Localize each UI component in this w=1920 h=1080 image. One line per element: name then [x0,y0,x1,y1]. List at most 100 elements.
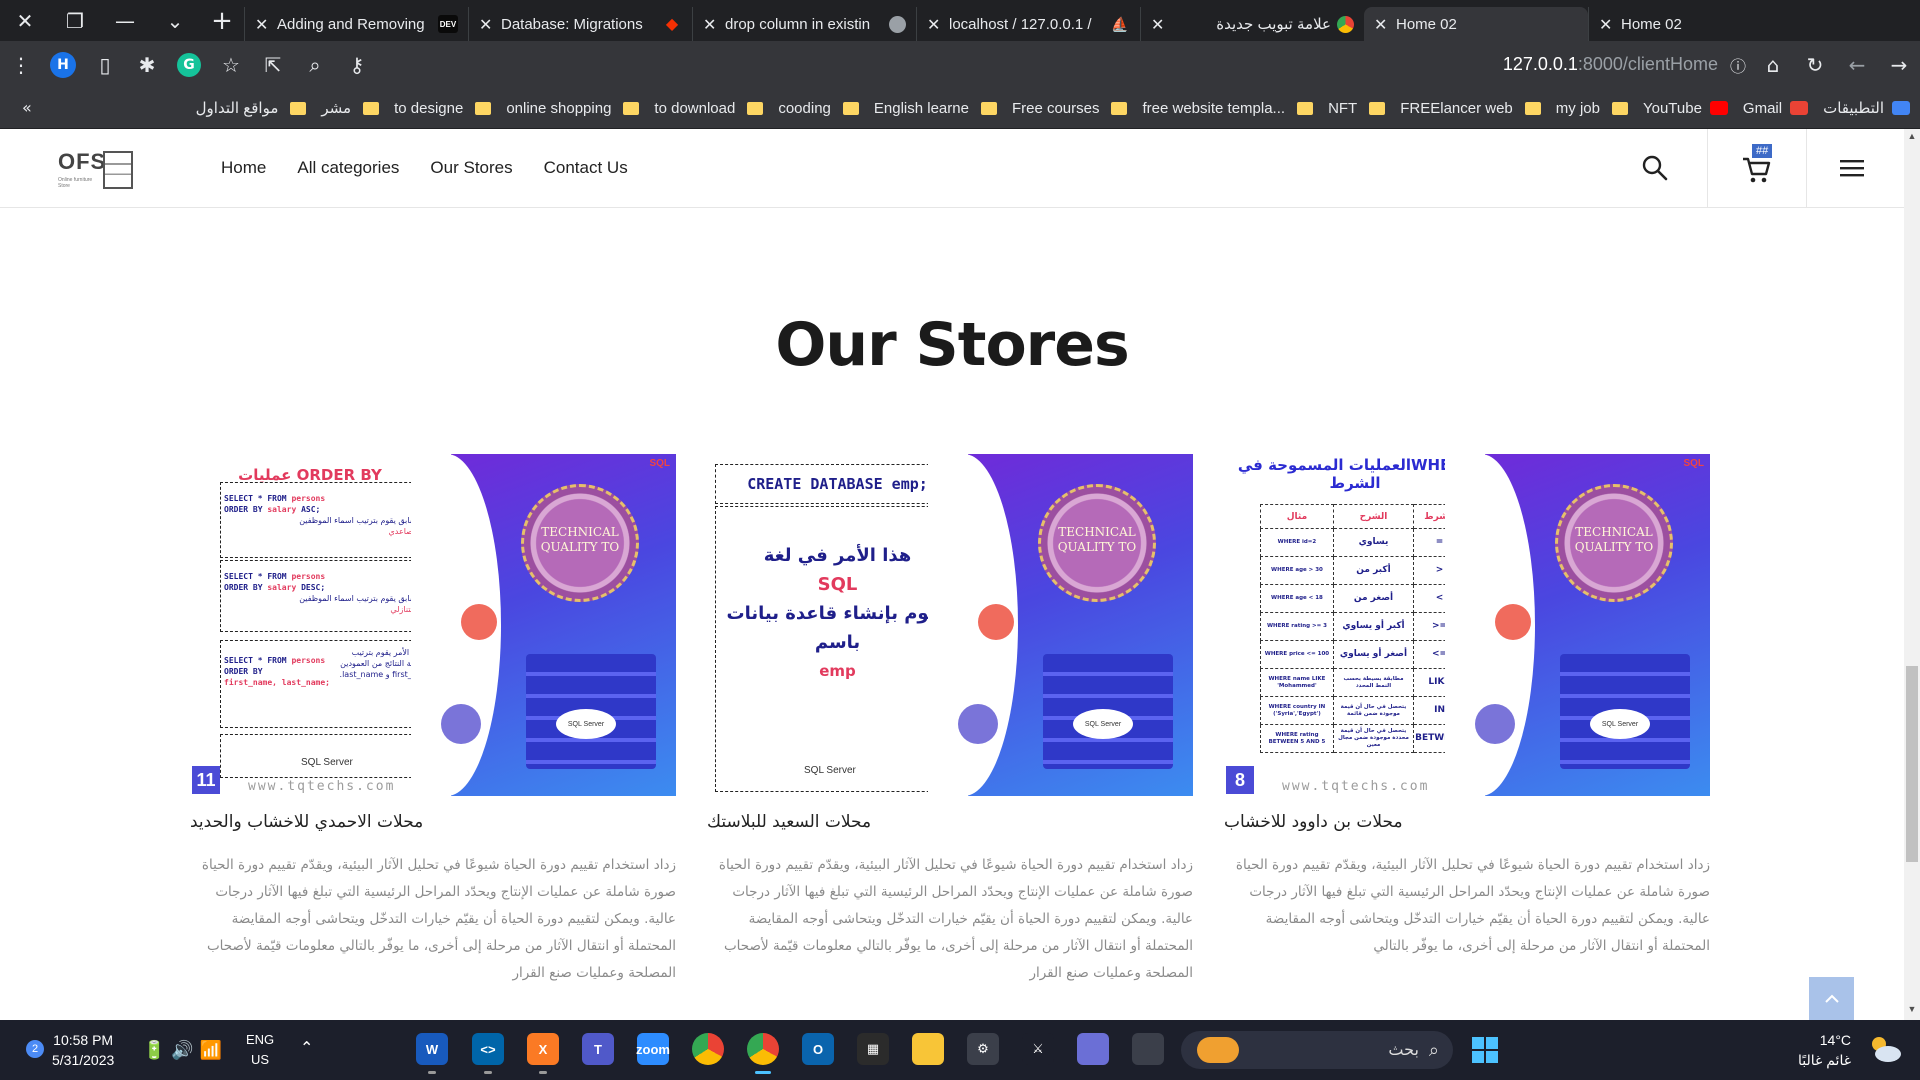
browser-tab[interactable]: ✕ localhost / 127.0.0.1 / ⛵ [916,7,1140,41]
bookmark-star-icon[interactable]: ☆ [210,41,252,88]
store-name[interactable]: محلات الاحمدي للاخشاب والحديد [190,812,676,832]
browser-tab[interactable]: ✕ Adding and Removing DEV [244,7,468,41]
nav-all-categories[interactable]: All categories [297,158,399,178]
side-panel-icon[interactable]: ▯ [84,41,126,88]
bookmark-item[interactable]: FREElancer web [1400,99,1541,117]
store-name[interactable]: محلات بن داوود للاخشاب [1224,812,1710,832]
close-tab-icon[interactable]: ✕ [1374,15,1396,34]
bookmark-item[interactable]: YouTube [1643,99,1728,117]
browser-tab[interactable]: ✕ Database: Migrations ◆ [468,7,692,41]
scroll-down-arrow-icon[interactable]: ▼ [1904,1004,1920,1018]
vscode-icon[interactable]: <> [472,1033,504,1065]
back-arrow-icon[interactable]: ← [1836,41,1878,88]
bookmark-item[interactable]: التطبيقات [1823,99,1910,117]
nav-our-stores[interactable]: Our Stores [430,158,512,178]
url-field[interactable]: 127.0.0.1:8000/clientHome ⓘ [378,53,1752,77]
page-scrollbar[interactable]: ▲ ▼ [1904,129,1920,1020]
back-to-top-button[interactable] [1809,977,1854,1020]
clock-date: 5/31/2023 [52,1052,115,1068]
forward-arrow-icon[interactable]: → [1878,41,1920,88]
folder-icon [1611,101,1628,115]
chrome-profile-icon[interactable] [747,1033,779,1065]
bookmark-item[interactable]: مشر [321,99,380,117]
reload-icon[interactable]: ↻ [1794,41,1836,88]
restore-window-icon[interactable]: ❐ [50,0,100,41]
bookmark-item[interactable]: NFT [1328,99,1386,117]
bookmark-item[interactable]: مواقع التداول [196,99,307,117]
nav-home[interactable]: Home [221,158,266,178]
browser-tab[interactable]: ✕ drop column in existin [692,7,916,41]
store-card[interactable]: ORDER BY عمليات SELECT * FROM persons ORD… [190,454,676,987]
bookmarks-overflow-icon[interactable]: « [22,98,32,117]
bookmark-item[interactable]: online shopping [506,99,640,117]
bookmark-item[interactable]: cooding [778,99,859,117]
table-cell: WHERE price <= 100 [1260,640,1334,669]
bookmark-item[interactable]: English learne [874,99,997,117]
site-logo[interactable]: OFS Online furniture Store [58,147,140,191]
tab-search-chevron-icon[interactable]: ⌄ [150,0,200,41]
bookmark-item[interactable]: my job [1556,99,1628,117]
bookmark-item[interactable]: to designe [394,99,492,117]
browser-tab[interactable]: ✕ Home 02 [1364,7,1588,41]
taskbar-clock[interactable]: 10:58 PM 5/31/2023 [52,1030,114,1070]
word-icon[interactable]: W [416,1033,448,1065]
bookmark-item[interactable]: Free courses [1012,99,1128,117]
store-card[interactable]: WHEREالعمليات المسموحة في الشرط مثال الشر… [1224,454,1710,960]
extensions-puzzle-icon[interactable]: ✱ [126,41,168,88]
logo-cabinet-icon [103,151,133,189]
key-icon[interactable]: ⚷ [336,41,378,88]
profile-avatar[interactable]: H [42,41,84,88]
weather-widget[interactable]: 14°C غائم غالبًا [1798,1030,1851,1070]
bookmark-item[interactable]: to download [654,99,764,117]
site-info-icon[interactable]: ⓘ [1730,53,1746,77]
chevron-up-icon [1824,994,1839,1003]
cart-button[interactable]: ## [1707,129,1807,208]
windows-start-icon[interactable] [1472,1037,1498,1063]
store-icon[interactable]: ▦ [857,1033,889,1065]
store-image[interactable]: WHEREالعمليات المسموحة في الشرط مثال الشر… [1224,454,1710,796]
chat-icon[interactable] [1077,1033,1109,1065]
search-icon[interactable] [1640,153,1670,183]
store-name[interactable]: محلات السعيد للبلاستك [707,812,1193,832]
hamburger-menu-icon[interactable] [1838,157,1866,179]
close-tab-icon[interactable]: ✕ [1599,15,1621,34]
close-tab-icon[interactable]: ✕ [255,15,277,34]
file-explorer-icon[interactable] [912,1033,944,1065]
store-card[interactable]: CREATE DATABASE emp; هذا الأمر في لغة SQ… [707,454,1193,987]
new-tab-button[interactable]: + [200,0,244,41]
grammarly-extension[interactable]: G [168,41,210,88]
zoom-icon[interactable]: zoom [636,1033,670,1065]
zoom-lens-icon[interactable]: ⌕ [294,41,336,88]
close-tab-icon[interactable]: ✕ [703,15,725,34]
bookmark-item[interactable]: Gmail [1743,99,1809,117]
system-tray-icons[interactable]: 🔋🔊📶 [143,1040,228,1061]
bookmark-item[interactable]: free website templa... [1142,99,1314,117]
notification-count-badge[interactable]: 2 [26,1040,44,1058]
share-icon[interactable]: ⇱ [252,41,294,88]
chrome-icon[interactable] [692,1033,724,1065]
close-tab-icon[interactable]: ✕ [479,15,501,34]
browser-menu-icon[interactable]: ⋮ [0,41,42,88]
store-image[interactable]: CREATE DATABASE emp; هذا الأمر في لغة SQ… [707,454,1193,796]
home-icon[interactable]: ⌂ [1752,41,1794,88]
settings-icon[interactable]: ⚙ [967,1033,999,1065]
taskbar-search-box[interactable]: ⌕ بحث [1181,1031,1453,1069]
close-tab-icon[interactable]: ✕ [927,15,949,34]
teams-icon[interactable]: T [582,1033,614,1065]
input-language-indicator[interactable]: ENG US [246,1030,274,1070]
close-window-icon[interactable]: ✕ [0,0,50,41]
xampp-icon[interactable]: X [527,1033,559,1065]
close-tab-icon[interactable]: ✕ [1151,15,1173,34]
minimize-window-icon[interactable]: — [100,0,150,41]
store-image[interactable]: ORDER BY عمليات SELECT * FROM persons ORD… [190,454,676,796]
show-hidden-icons-chevron-icon[interactable]: ⌃ [300,1038,313,1057]
predator-icon[interactable]: ⚔ [1022,1033,1054,1065]
outlook-icon[interactable]: O [802,1033,834,1065]
copy-icon[interactable] [1132,1033,1164,1065]
scroll-up-arrow-icon[interactable]: ▲ [1904,131,1920,145]
scrollbar-thumb[interactable] [1906,666,1918,862]
browser-tab[interactable]: ✕ Home 02 [1588,7,1812,41]
browser-tab[interactable]: ✕ علامة تبويب جديدة [1140,7,1364,41]
technical-quality-badge: TECHNICAL QUALITY TO [1555,484,1673,602]
nav-contact-us[interactable]: Contact Us [544,158,628,178]
